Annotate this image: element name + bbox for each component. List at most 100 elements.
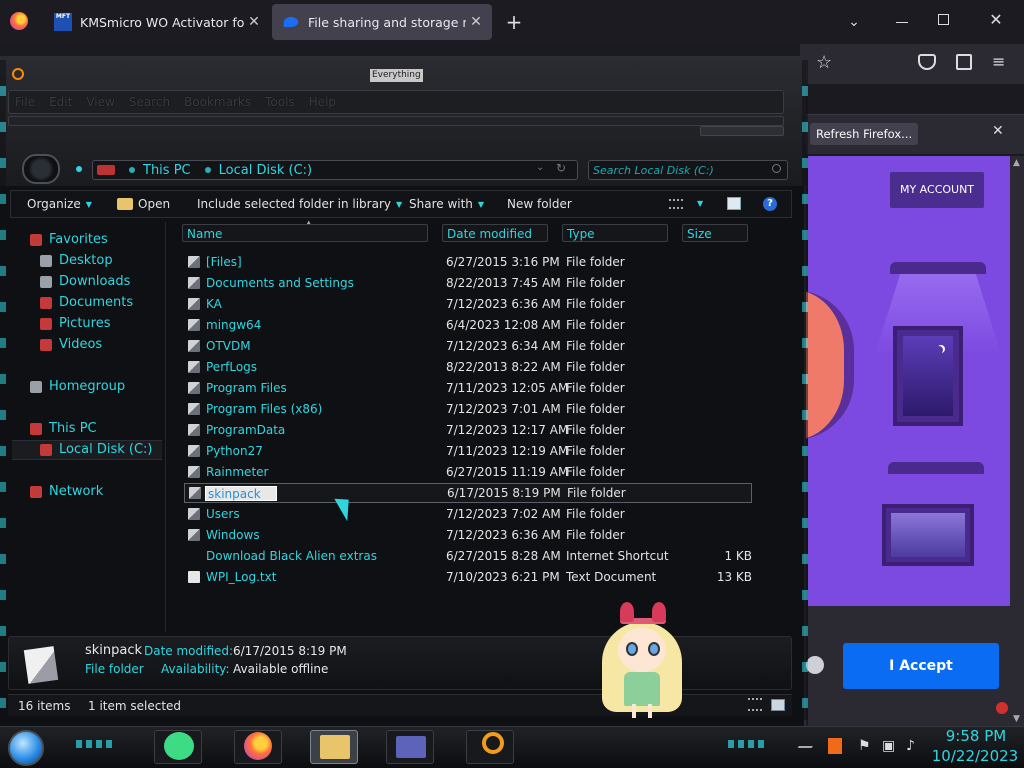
menu-view[interactable]: View: [86, 95, 114, 109]
column-header-size[interactable]: Size: [682, 224, 748, 242]
bookmark-star-icon[interactable]: ☆: [816, 52, 832, 73]
nav-documents[interactable]: Documents: [40, 295, 133, 310]
scroll-down-icon[interactable]: ▼: [1013, 714, 1020, 724]
recent-locations-icon[interactable]: [76, 166, 82, 172]
menu-search[interactable]: Search: [129, 95, 170, 109]
tab-kmsmicro[interactable]: MFT KMSmicro WO Activator for offi ✕: [44, 4, 270, 40]
nav-this-pc[interactable]: This PC: [30, 421, 97, 436]
address-bar[interactable]: This PC Local Disk (C:): [92, 160, 578, 180]
volume-icon[interactable]: ♪: [906, 738, 915, 754]
column-header-date[interactable]: Date modified: [442, 224, 548, 242]
nav-label: Favorites: [49, 232, 108, 247]
settings-gear-icon[interactable]: [806, 656, 824, 674]
organize-button[interactable]: Organize ▼: [27, 191, 92, 217]
tray-app-icon[interactable]: [828, 738, 842, 754]
menu-help[interactable]: Help: [309, 95, 336, 109]
nav-desktop[interactable]: Desktop: [40, 253, 113, 268]
menu-tools[interactable]: Tools: [265, 95, 295, 109]
my-account-button[interactable]: MY ACCOUNT: [890, 172, 984, 208]
window-close-icon[interactable]: ✕: [986, 10, 1006, 30]
file-name: PerfLogs: [206, 360, 258, 374]
scroll-up-icon[interactable]: ▲: [1013, 158, 1020, 168]
window-edge-decoration: [802, 60, 808, 720]
breadcrumb-local-disk[interactable]: Local Disk (C:): [197, 163, 312, 178]
nav-homegroup[interactable]: Homegroup: [30, 379, 125, 394]
refresh-firefox-button[interactable]: Refresh Firefox...: [810, 123, 919, 145]
file-row[interactable]: Documents and Settings 8/22/2013 7:45 AM F…: [184, 273, 752, 293]
file-date: 7/12/2023 6:34 AM: [446, 339, 561, 353]
back-forward-button[interactable]: [22, 154, 60, 184]
maximize-icon[interactable]: [938, 14, 949, 25]
file-row[interactable]: Users 7/12/2023 7:02 AM File folder: [184, 504, 752, 524]
change-view-icon[interactable]: [669, 199, 683, 209]
large-icons-view-icon[interactable]: [771, 699, 785, 711]
action-center-flag-icon[interactable]: ⚑: [858, 738, 871, 754]
file-row[interactable]: [Files] 6/27/2015 3:16 PM File folder: [184, 252, 752, 272]
tab-file-sharing[interactable]: File sharing and storage made s ✕: [272, 4, 492, 40]
file-row[interactable]: KA 7/12/2023 6:36 AM File folder: [184, 294, 752, 314]
clock-date[interactable]: 10/22/2023: [930, 747, 1020, 765]
search-box[interactable]: [588, 160, 788, 180]
file-type: Internet Shortcut: [566, 549, 669, 563]
nav-downloads[interactable]: Downloads: [40, 274, 130, 289]
column-header-name[interactable]: Name: [182, 224, 428, 242]
help-icon[interactable]: ?: [763, 197, 777, 211]
nav-favorites[interactable]: Favorites: [30, 232, 108, 247]
selected-count: 1 item selected: [88, 699, 182, 713]
details-view-icon[interactable]: [748, 698, 762, 711]
hamburger-menu-icon[interactable]: ≡: [992, 52, 1005, 71]
file-row[interactable]: Program Files 7/11/2023 12:05 AM File fold…: [184, 378, 752, 398]
search-icon[interactable]: [772, 164, 781, 173]
file-row[interactable]: Program Files (x86) 7/12/2023 7:01 AM File…: [184, 399, 752, 419]
refresh-icon[interactable]: ↻: [556, 161, 566, 175]
page-scrollbar[interactable]: ▲ ▼: [1010, 156, 1024, 726]
nav-videos[interactable]: Videos: [40, 337, 102, 352]
tab-close-icon[interactable]: ✕: [466, 14, 486, 30]
network-icon[interactable]: ▣: [882, 738, 895, 754]
share-with-button[interactable]: Share with ▼: [409, 191, 484, 217]
file-row[interactable]: WPI_Log.txt 7/10/2023 6:21 PM Text Documen…: [184, 567, 752, 587]
notification-close-icon[interactable]: ✕: [992, 123, 1004, 139]
rename-input[interactable]: skinpack: [205, 485, 277, 501]
view-dropdown-icon[interactable]: ▼: [697, 199, 703, 208]
firefox-icon[interactable]: [10, 12, 28, 30]
file-row[interactable]: Download Black Alien extras 6/27/2015 8:2…: [184, 546, 1008, 714]
window-title: Everything: [370, 69, 423, 82]
nav-pictures[interactable]: Pictures: [40, 316, 110, 331]
file-row[interactable]: PerfLogs 8/22/2013 8:22 AM File folder: [184, 357, 752, 377]
preview-pane-icon[interactable]: [727, 197, 741, 210]
tab-list-chevron-icon[interactable]: ⌄: [842, 10, 866, 34]
details-date-value: 6/17/2015 8:19 PM: [233, 644, 347, 658]
file-date: 7/12/2023 12:17 AM: [446, 423, 569, 437]
nav-network[interactable]: Network: [30, 484, 103, 499]
nav-local-disk[interactable]: Local Disk (C:): [40, 442, 152, 457]
folder-icon: [188, 298, 200, 310]
column-header-type[interactable]: Type: [562, 224, 668, 242]
tab-close-icon[interactable]: ✕: [244, 14, 264, 30]
breadcrumb-this-pc[interactable]: This PC: [121, 163, 191, 178]
include-in-library-button[interactable]: Include selected folder in library ▼: [197, 191, 402, 217]
menu-bookmarks[interactable]: Bookmarks: [184, 95, 251, 109]
file-row[interactable]: ProgramData 7/12/2023 12:17 AM File folder: [184, 420, 752, 440]
menu-edit[interactable]: Edit: [49, 95, 72, 109]
accept-button[interactable]: I Accept: [843, 643, 999, 689]
new-tab-button[interactable]: +: [502, 10, 526, 34]
new-folder-button[interactable]: New folder: [507, 191, 572, 217]
file-row[interactable]: OTVDM 7/12/2023 6:34 AM File folder: [184, 336, 752, 356]
file-row[interactable]: Windows 7/12/2023 6:36 AM File folder: [184, 525, 752, 545]
minimize-icon[interactable]: [892, 12, 912, 32]
file-row[interactable]: Python27 7/11/2023 12:19 AM File folder: [184, 441, 752, 461]
button-label: Share with: [409, 197, 473, 211]
menu-file[interactable]: File: [15, 95, 35, 109]
extensions-icon[interactable]: [956, 54, 972, 70]
search-input[interactable]: [593, 163, 769, 177]
file-row[interactable]: mingw64 6/4/2023 12:08 AM File folder: [184, 315, 752, 335]
file-row-selected[interactable]: skinpack 6/17/2015 8:19 PM File folder: [184, 483, 752, 503]
clock-time[interactable]: 9:58 PM: [936, 727, 1016, 745]
file-row[interactable]: Rainmeter 6/27/2015 11:19 AM File folder: [184, 462, 752, 482]
address-dropdown-icon[interactable]: ⌄: [536, 162, 544, 173]
open-button[interactable]: Open: [117, 191, 170, 217]
file-date: 7/12/2023 7:01 AM: [446, 402, 561, 416]
start-orb-icon[interactable]: [8, 730, 44, 766]
nav-label: Documents: [59, 295, 134, 310]
